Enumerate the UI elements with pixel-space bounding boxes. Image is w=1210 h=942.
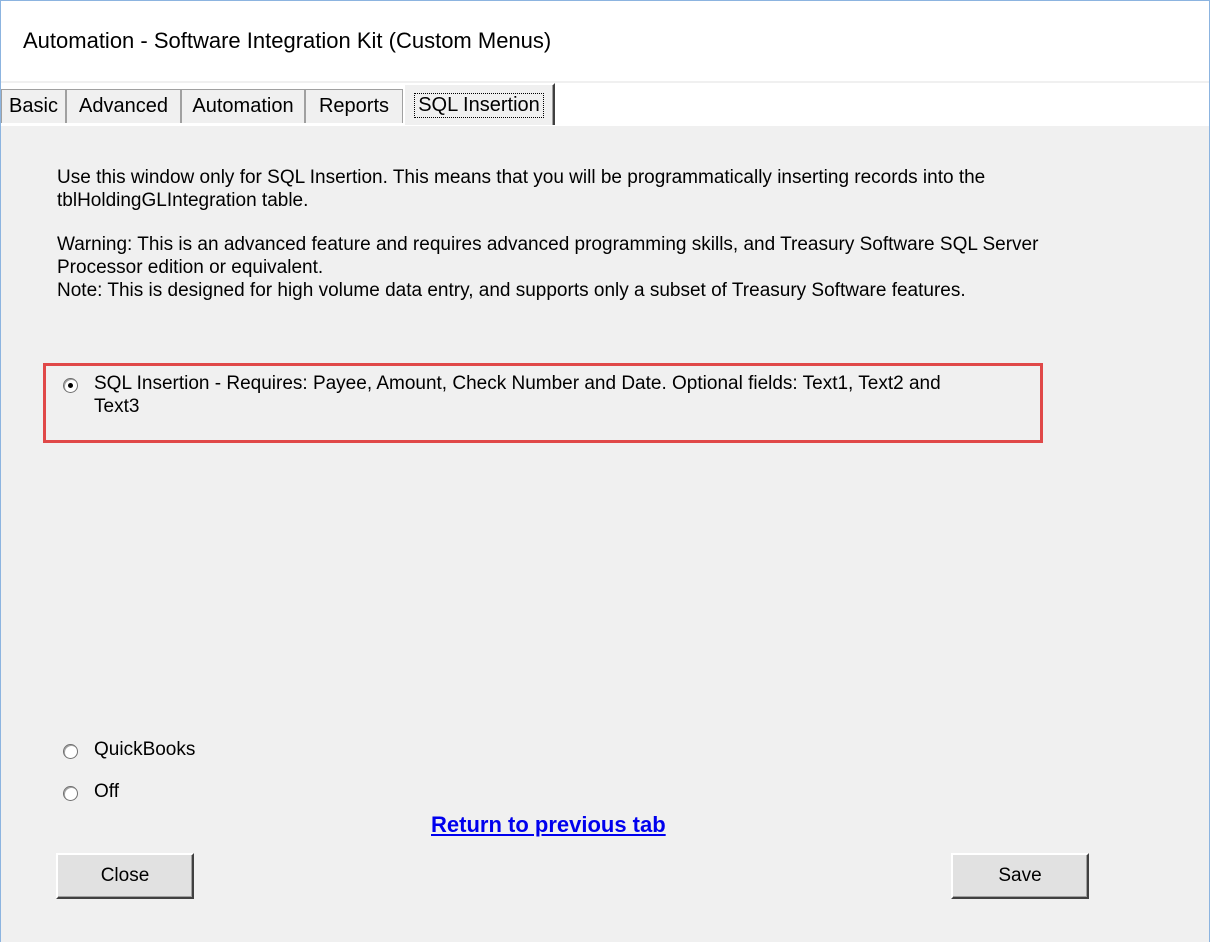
tab-basic[interactable]: Basic	[1, 89, 66, 123]
radio-off[interactable]: Off	[63, 780, 119, 803]
tab-advanced[interactable]: Advanced	[66, 89, 181, 123]
return-to-previous-tab-link[interactable]: Return to previous tab	[431, 812, 666, 838]
intro-line-1: Use this window only for SQL Insertion. …	[57, 167, 986, 188]
window-title: Automation - Software Integration Kit (C…	[23, 28, 552, 53]
tab-label: Advanced	[79, 95, 168, 117]
tab-label: Basic	[9, 95, 58, 117]
radio-unselected-icon[interactable]	[63, 786, 78, 801]
radio-selected-icon[interactable]	[63, 378, 78, 393]
radio-sql-insertion[interactable]: SQL Insertion - Requires: Payee, Amount,…	[63, 372, 941, 418]
radio-label-line-2: Text3	[94, 396, 140, 417]
dialog-window: Automation - Software Integration Kit (C…	[0, 0, 1210, 942]
save-button[interactable]: Save	[951, 853, 1089, 899]
radio-label-line-1: SQL Insertion - Requires: Payee, Amount,…	[94, 373, 941, 394]
radio-quickbooks[interactable]: QuickBooks	[63, 738, 195, 761]
tab-label: Reports	[318, 95, 390, 117]
intro-text: Use this window only for SQL Insertion. …	[57, 166, 1137, 212]
radio-sql-insertion-label: SQL Insertion - Requires: Payee, Amount,…	[94, 372, 941, 418]
warning-line-1: Warning: This is an advanced feature and…	[57, 234, 1039, 255]
note-line: Note: This is designed for high volume d…	[57, 280, 966, 301]
tab-automation[interactable]: Automation	[181, 89, 305, 123]
tab-label: SQL Insertion	[414, 92, 544, 118]
tab-label: Automation	[192, 95, 294, 117]
title-bar: Automation - Software Integration Kit (C…	[1, 1, 1209, 81]
close-button[interactable]: Close	[56, 853, 194, 899]
radio-unselected-icon[interactable]	[63, 744, 78, 759]
radio-quickbooks-label: QuickBooks	[94, 739, 196, 760]
warning-line-2: Processor edition or equivalent.	[57, 257, 324, 278]
tab-sql-insertion[interactable]: SQL Insertion	[403, 83, 555, 125]
tab-reports[interactable]: Reports	[305, 89, 403, 123]
tab-strip: Basic Advanced Automation Reports SQL In…	[1, 83, 1209, 125]
intro-line-2: tblHoldingGLIntegration table.	[57, 190, 309, 211]
warning-text: Warning: This is an advanced feature and…	[57, 233, 1137, 302]
tab-panel-sql-insertion: Use this window only for SQL Insertion. …	[1, 125, 1209, 942]
radio-off-label: Off	[94, 781, 119, 802]
